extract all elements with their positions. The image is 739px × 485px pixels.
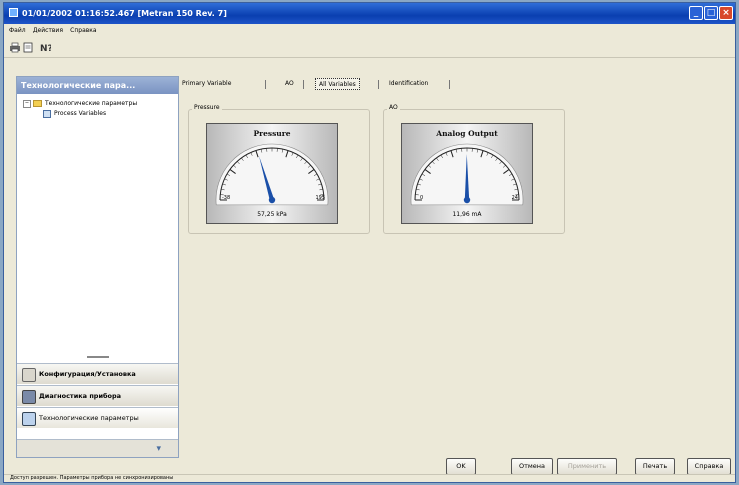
- nav-button-diagnostics[interactable]: Диагностика прибора: [17, 385, 178, 406]
- ao-gauge: Analog Output 0 24 11,96 mA: [401, 123, 533, 224]
- tab-separator: [449, 80, 450, 89]
- pressure-group-label: Pressure: [192, 104, 222, 111]
- tree-item-root-label: Технологические параметры: [45, 100, 138, 107]
- apply-button[interactable]: Применить: [557, 458, 617, 475]
- ao-group: AO Analog Output 0 24 11,96 mA: [383, 104, 565, 234]
- needle-hub: [268, 196, 276, 204]
- help-icon[interactable]: N?: [38, 42, 53, 54]
- navigation-footer: ▾: [17, 439, 178, 457]
- ao-group-label: AO: [387, 104, 400, 111]
- nav-button-diagnostics-label: Диагностика прибора: [39, 392, 122, 400]
- panel-splitter[interactable]: [87, 356, 109, 358]
- ao-value: 11,96 mA: [452, 211, 482, 218]
- tree-item-child-label: Process Variables: [54, 110, 107, 117]
- title-bar[interactable]: 01/01/2002 01:16:52.467 [Metran 150 Rev.…: [4, 3, 735, 24]
- pressure-gauge: Pressure -38 195 57,25 kPa: [206, 123, 338, 224]
- menu-file[interactable]: Файл: [9, 25, 26, 37]
- print-button[interactable]: Печать: [635, 458, 675, 475]
- tree-item-process-variables[interactable]: Process Variables: [23, 109, 137, 119]
- menu-help[interactable]: Справка: [70, 25, 96, 37]
- ok-button[interactable]: OK: [446, 458, 476, 475]
- minimize-button[interactable]: _: [689, 6, 703, 20]
- pressure-gauge-min-label: -38: [222, 195, 231, 201]
- tab-primary-variable[interactable]: Primary Variable: [182, 78, 231, 90]
- tab-separator: [378, 80, 379, 89]
- ao-gauge-min-label: 0: [420, 195, 424, 201]
- svg-text:N?: N?: [40, 44, 51, 53]
- needle-hub: [463, 196, 471, 204]
- nav-button-process[interactable]: Технологические параметры: [17, 407, 178, 428]
- pressure-gauge-dial: [215, 143, 329, 206]
- nav-button-config[interactable]: Конфигурация/Установка: [17, 363, 178, 384]
- cancel-button[interactable]: Отмена: [511, 458, 553, 475]
- app-icon: [9, 8, 18, 17]
- folder-icon: [33, 100, 42, 107]
- menu-actions[interactable]: Действия: [33, 25, 63, 37]
- ao-gauge-max-label: 24: [511, 195, 518, 201]
- preview-icon[interactable]: [21, 42, 34, 54]
- tab-identification[interactable]: Identification: [389, 78, 428, 90]
- config-icon: [22, 368, 36, 382]
- tab-ao[interactable]: AO: [285, 78, 294, 90]
- window-title: 01/01/2002 01:16:52.467 [Metran 150 Rev.…: [22, 9, 227, 18]
- menu-bar: Файл Действия Справка: [4, 25, 735, 37]
- pressure-gauge-title: Pressure: [253, 129, 291, 138]
- close-button[interactable]: ×: [719, 6, 733, 20]
- tree-item-root[interactable]: − Технологические параметры: [23, 99, 137, 109]
- print-icon[interactable]: [8, 42, 21, 54]
- content-area: Primary Variable AO All Variables Identi…: [180, 76, 732, 458]
- ao-gauge-title: Analog Output: [436, 129, 498, 138]
- navigation-header: Технологические пара...: [17, 77, 178, 94]
- maximize-button[interactable]: □: [704, 6, 718, 20]
- tree-view: − Технологические параметры Process Varia…: [23, 99, 137, 119]
- pressure-gauge-max-label: 195: [315, 195, 325, 201]
- main-window: 01/01/2002 01:16:52.467 [Metran 150 Rev.…: [3, 2, 736, 483]
- pressure-group: Pressure Pressure -38 195 57,25 kPa: [188, 104, 370, 234]
- pressure-value: 57,25 kPa: [257, 211, 287, 218]
- tab-all-variables[interactable]: All Variables: [315, 78, 360, 90]
- nav-button-process-label: Технологические параметры: [39, 414, 139, 422]
- collapse-icon[interactable]: −: [23, 99, 31, 108]
- tab-separator: [303, 80, 304, 89]
- diagnostics-icon: [22, 390, 36, 404]
- tab-separator: [265, 80, 266, 89]
- nav-button-config-label: Конфигурация/Установка: [39, 370, 136, 378]
- process-icon: [22, 412, 36, 426]
- ao-gauge-dial: [410, 143, 524, 206]
- navigation-panel: Технологические пара... − Технологические…: [16, 76, 179, 458]
- status-bar: Доступ разрешен. Параметры прибора не си…: [4, 474, 735, 482]
- help-button[interactable]: Справка: [687, 458, 731, 475]
- configure-buttons-icon[interactable]: ▾: [156, 444, 161, 454]
- document-icon: [43, 109, 51, 118]
- toolbar: N?: [4, 39, 735, 58]
